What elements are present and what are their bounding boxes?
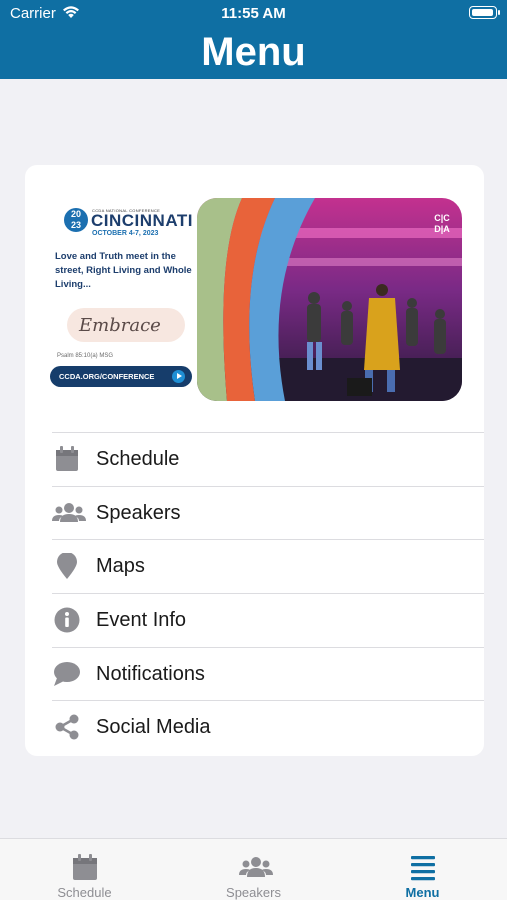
tab-menu[interactable]: Menu xyxy=(338,839,507,900)
ccda-logo-top: C|C xyxy=(434,213,450,223)
play-icon xyxy=(172,370,185,383)
menu-item-label: Speakers xyxy=(96,501,181,524)
tab-schedule[interactable]: Schedule xyxy=(0,839,169,900)
users-icon xyxy=(52,500,86,526)
users-icon xyxy=(239,853,273,881)
menu-item-label: Social Media xyxy=(96,716,211,739)
menu-item-event-info[interactable]: Event Info xyxy=(52,593,484,647)
stage-photo: C|C D|A xyxy=(197,198,462,401)
menu-item-label: Maps xyxy=(96,555,145,578)
tab-bar: Schedule Speakers Menu xyxy=(0,838,507,900)
banner-text-panel: 20 23 CCDA NATIONAL CONFERENCE CINCINNAT… xyxy=(47,195,197,401)
nav-bar: Menu xyxy=(0,28,507,79)
tab-speakers[interactable]: Speakers xyxy=(169,839,338,900)
menu-item-social-media[interactable]: Social Media xyxy=(52,700,484,754)
menu-item-label: Notifications xyxy=(96,662,205,685)
menu-card: 20 23 CCDA NATIONAL CONFERENCE CINCINNAT… xyxy=(25,165,484,756)
tab-label: Schedule xyxy=(57,885,112,900)
info-icon xyxy=(52,607,82,633)
menu-item-speakers[interactable]: Speakers xyxy=(52,485,484,540)
conference-dates: OCTOBER 4-7, 2023 xyxy=(92,230,159,237)
status-bar: Carrier 11:55 AM xyxy=(0,0,507,28)
menu-list: Schedule Speakers Maps Event Info Notifi… xyxy=(52,432,484,754)
verse-reference: Psalm 85:10(a) MSG xyxy=(57,353,114,359)
menu-item-maps[interactable]: Maps xyxy=(52,539,484,593)
conference-banner[interactable]: 20 23 CCDA NATIONAL CONFERENCE CINCINNAT… xyxy=(47,195,462,401)
calendar-icon xyxy=(52,446,82,472)
calendar-icon xyxy=(70,853,100,881)
conference-link-button[interactable]: CCDA.ORG/CONFERENCE xyxy=(50,366,192,387)
ccda-logo-bottom: D|A xyxy=(434,224,450,234)
menu-item-label: Schedule xyxy=(96,448,180,470)
year-badge-bottom: 23 xyxy=(70,220,81,230)
menu-item-notifications[interactable]: Notifications xyxy=(52,646,484,701)
share-icon xyxy=(52,714,82,740)
year-badge-top: 20 xyxy=(70,209,81,219)
conference-tagline: Love and Truth meet in the street, Right… xyxy=(55,251,192,290)
tab-label: Speakers xyxy=(226,885,281,900)
menu-item-label: Event Info xyxy=(96,609,187,632)
menu-lines-icon xyxy=(408,853,438,881)
conference-link-text: CCDA.ORG/CONFERENCE xyxy=(59,372,155,381)
page-title: Menu xyxy=(201,30,306,74)
menu-item-schedule[interactable]: Schedule xyxy=(52,432,484,486)
conference-city: CINCINNATI xyxy=(91,211,193,230)
chat-bubble-icon xyxy=(52,661,82,687)
ccda-logo: C|C D|A xyxy=(432,213,452,237)
embrace-logo: Embrace xyxy=(79,315,161,336)
year-badge: 20 23 xyxy=(64,208,88,232)
map-pin-icon xyxy=(52,552,82,580)
battery-icon xyxy=(469,6,500,19)
tab-label: Menu xyxy=(405,885,440,900)
clock: 11:55 AM xyxy=(221,5,286,22)
